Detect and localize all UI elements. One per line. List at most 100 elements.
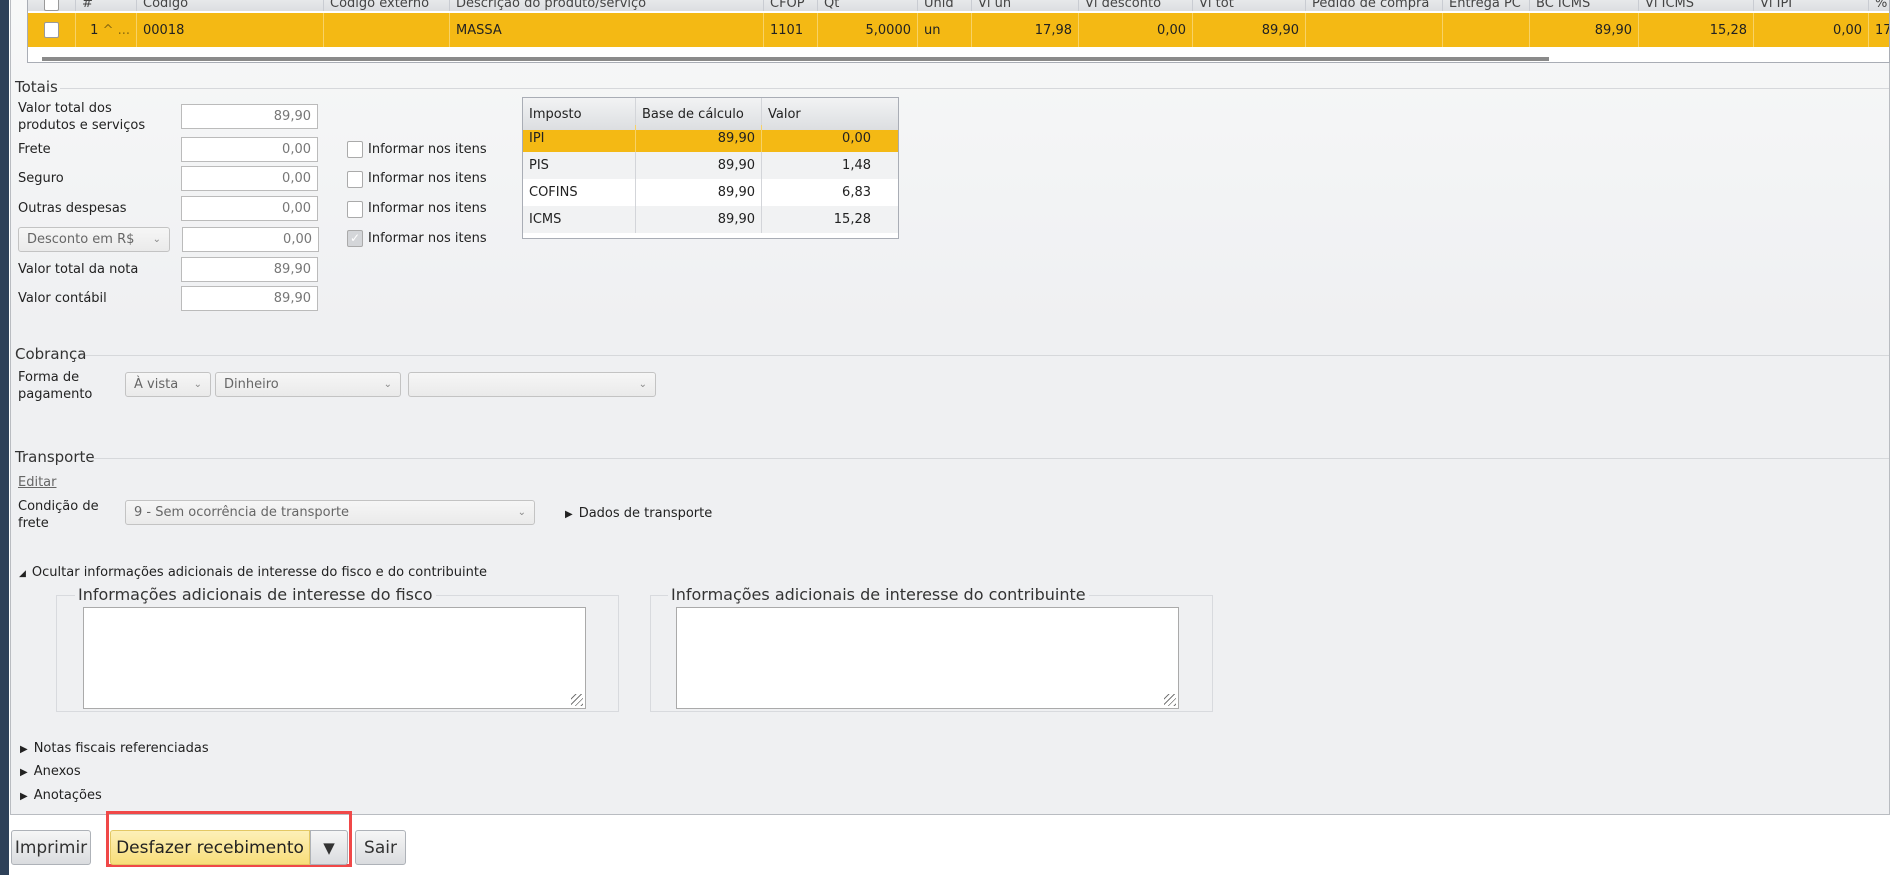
imposto-valor: 6,83 bbox=[842, 185, 871, 200]
table-row[interactable]: PIS 89,90 1,48 bbox=[523, 152, 898, 179]
left-sidebar-edge bbox=[0, 0, 9, 875]
cell-vl-tot: 89,90 bbox=[1193, 13, 1306, 47]
imposto-valor: 0,00 bbox=[842, 131, 871, 146]
notas-referenciadas-toggle[interactable]: ▶ Notas fiscais referenciadas bbox=[20, 740, 209, 758]
imposto-valor: 15,28 bbox=[833, 212, 871, 227]
col-codigo[interactable]: Código bbox=[137, 0, 324, 11]
ocultar-adicionais-toggle[interactable]: ◢ Ocultar informações adicionais de inter… bbox=[19, 564, 487, 583]
dropdown-arrow-icon[interactable]: ▼ bbox=[310, 830, 348, 865]
table-row[interactable]: IPI 89,90 0,00 bbox=[523, 125, 898, 152]
imprimir-button[interactable]: Imprimir bbox=[11, 830, 91, 865]
table-row[interactable]: COFINS 89,90 6,83 bbox=[523, 179, 898, 206]
col-bc-icms[interactable]: BC ICMS bbox=[1530, 0, 1639, 11]
chevron-down-icon: ⌄ bbox=[152, 234, 161, 245]
pagamento-extra-select[interactable]: ⌄ bbox=[408, 372, 656, 397]
col-descricao[interactable]: Descrição do produto/serviço bbox=[450, 0, 764, 11]
col-vl-icms[interactable]: Vl ICMS bbox=[1639, 0, 1754, 11]
col-pct[interactable]: % bbox=[1869, 0, 1889, 11]
items-grid: # Código Código externo Descrição do pro… bbox=[27, 0, 1890, 63]
triangle-right-icon: ▶ bbox=[20, 767, 28, 778]
col-pedido[interactable]: Pedido de compra bbox=[1306, 0, 1443, 11]
expand-icon[interactable]: ^ ... bbox=[103, 23, 130, 38]
col-vl-tot[interactable]: Vl tot bbox=[1193, 0, 1306, 11]
header-select-all[interactable] bbox=[28, 0, 76, 11]
condicao-value: 9 - Sem ocorrência de transporte bbox=[134, 505, 350, 520]
prazo-select[interactable]: À vista ⌄ bbox=[125, 372, 211, 397]
frete-field[interactable]: 0,00 bbox=[181, 137, 318, 162]
cell-codigo: 00018 bbox=[137, 13, 324, 47]
anexos-toggle[interactable]: ▶ Anexos bbox=[20, 763, 81, 781]
chevron-down-icon: ⌄ bbox=[638, 379, 647, 390]
chevron-down-icon: ⌄ bbox=[383, 379, 392, 390]
table-row[interactable]: 1 ^ ... 00018 MASSA 1101 5,0000 un 17,98… bbox=[28, 13, 1889, 47]
impostos-table: Imposto Base de cálculo Valor IPI 89,90 … bbox=[522, 97, 899, 239]
cell-bc-icms: 89,90 bbox=[1530, 13, 1639, 47]
frete-label: Frete bbox=[18, 142, 51, 157]
desfazer-recebimento-button[interactable]: Desfazer recebimento bbox=[110, 830, 310, 865]
table-row[interactable]: ICMS 89,90 15,28 bbox=[523, 206, 898, 233]
contribuinte-legend: Informações adicionais de interesse do c… bbox=[668, 585, 1089, 604]
col-unid[interactable]: Unid bbox=[918, 0, 972, 11]
col-vl-desconto[interactable]: Vl desconto bbox=[1079, 0, 1193, 11]
valor-nota-field[interactable]: 89,90 bbox=[181, 257, 318, 282]
cell-descricao: MASSA bbox=[450, 13, 764, 47]
sair-button[interactable]: Sair bbox=[355, 830, 406, 865]
desconto-type-value: Desconto em R$ bbox=[27, 232, 135, 247]
col-num[interactable]: # bbox=[76, 0, 137, 11]
row-checkbox[interactable] bbox=[28, 13, 76, 47]
col-qt[interactable]: Qt bbox=[818, 0, 918, 11]
col-vl-ipi[interactable]: Vl IPI bbox=[1754, 0, 1869, 11]
desconto-informar-checkbox[interactable]: ✓ bbox=[347, 230, 363, 247]
frete-informar-checkbox[interactable] bbox=[347, 141, 363, 158]
fisco-textarea[interactable] bbox=[83, 607, 586, 709]
divider bbox=[80, 355, 1889, 356]
cell-vl-un: 17,98 bbox=[972, 13, 1079, 47]
valor-contabil-label: Valor contábil bbox=[18, 291, 107, 306]
col-cfop[interactable]: CFOP bbox=[764, 0, 818, 11]
editar-link[interactable]: Editar bbox=[18, 474, 57, 491]
transporte-title: Transporte bbox=[15, 448, 95, 466]
col-codigo-externo[interactable]: Código externo bbox=[324, 0, 450, 11]
cell-vl-desconto: 0,00 bbox=[1079, 13, 1193, 47]
triangle-down-icon: ◢ bbox=[19, 569, 26, 579]
col-entrega[interactable]: Entrega PC bbox=[1443, 0, 1530, 11]
condicao-frete-select[interactable]: 9 - Sem ocorrência de transporte ⌄ bbox=[125, 500, 535, 525]
chevron-down-icon: ⌄ bbox=[517, 507, 526, 518]
valor-produtos-field[interactable]: 89,90 bbox=[181, 104, 318, 129]
informar-label: Informar nos itens bbox=[368, 231, 487, 246]
forma-pagamento-label: Forma de pagamento bbox=[18, 370, 93, 402]
col-vl-un[interactable]: Vl un bbox=[972, 0, 1079, 11]
seguro-label: Seguro bbox=[18, 171, 64, 186]
anotacoes-toggle[interactable]: ▶ Anotações bbox=[20, 787, 102, 805]
desconto-type-select[interactable]: Desconto em R$ ⌄ bbox=[18, 227, 170, 252]
outras-informar-checkbox[interactable] bbox=[347, 201, 363, 218]
resize-grip-icon[interactable] bbox=[571, 694, 583, 706]
imposto-base: 89,90 bbox=[636, 125, 762, 152]
imposto-name: COFINS bbox=[523, 179, 636, 206]
ocultar-label: Ocultar informações adicionais de intere… bbox=[31, 565, 487, 580]
cell-vl-icms: 15,28 bbox=[1639, 13, 1754, 47]
dados-transporte-toggle[interactable]: ▶ Dados de transporte bbox=[565, 505, 712, 523]
valor-produtos-label: Valor total dos produtos e serviços bbox=[18, 101, 146, 133]
imposto-valor: 1,48 bbox=[842, 158, 871, 173]
resize-grip-icon[interactable] bbox=[1164, 694, 1176, 706]
desconto-field[interactable]: 0,00 bbox=[182, 227, 319, 252]
meio-pagamento-select[interactable]: Dinheiro ⌄ bbox=[215, 372, 401, 397]
informar-label: Informar nos itens bbox=[368, 201, 487, 216]
cell-unid: un bbox=[918, 13, 972, 47]
meio-value: Dinheiro bbox=[224, 377, 279, 392]
cell-qt: 5,0000 bbox=[818, 13, 918, 47]
seguro-informar-checkbox[interactable] bbox=[347, 171, 363, 188]
outras-despesas-field[interactable]: 0,00 bbox=[181, 196, 318, 221]
totais-title: Totais bbox=[15, 78, 58, 96]
cell-pedido bbox=[1306, 13, 1443, 47]
fisco-legend: Informações adicionais de interesse do f… bbox=[75, 585, 436, 604]
cell-vl-ipi: 0,00 bbox=[1754, 13, 1869, 47]
chevron-down-icon: ⌄ bbox=[193, 379, 202, 390]
valor-contabil-field[interactable]: 89,90 bbox=[181, 286, 318, 311]
imposto-base: 89,90 bbox=[636, 179, 762, 206]
horizontal-scrollbar[interactable] bbox=[42, 57, 1549, 61]
contribuinte-textarea[interactable] bbox=[676, 607, 1179, 709]
seguro-field[interactable]: 0,00 bbox=[181, 166, 318, 191]
imposto-name: IPI bbox=[523, 125, 636, 152]
